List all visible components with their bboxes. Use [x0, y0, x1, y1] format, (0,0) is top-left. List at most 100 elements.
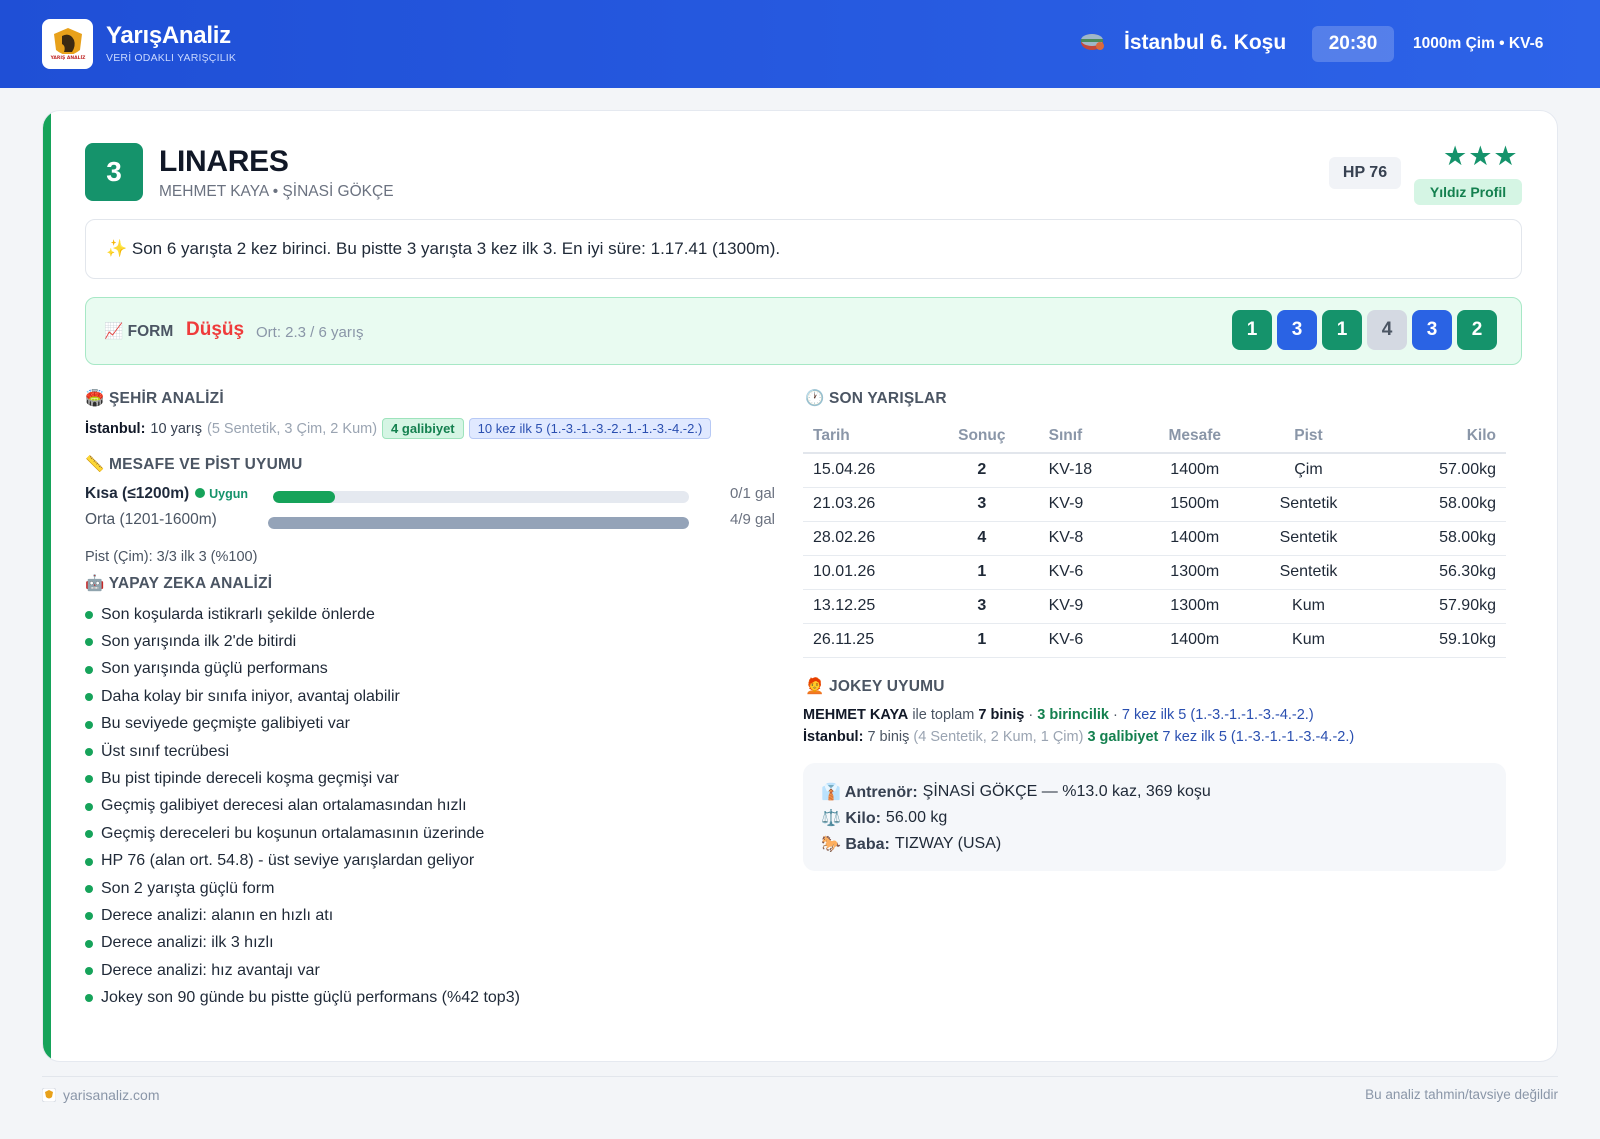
list-item: Son yarışında ilk 2'de bitirdi: [85, 628, 520, 655]
list-item: Son 2 yarışta güçlü form: [85, 875, 520, 902]
sire-label: 🐎 Baba:: [821, 836, 890, 853]
jockey-trainer: MEHMET KAYA • ŞİNASİ GÖKÇE: [159, 183, 394, 200]
distance-label: Orta (1201-1600m): [85, 511, 217, 528]
brand-subtitle: VERİ ODAKLI YARIŞÇILIK: [106, 52, 237, 64]
table-row: 28.02.26 4 KV-8 1400m Sentetik 58.00kg: [803, 521, 1506, 556]
distance-row-mid: Orta (1201-1600m) 4/9 gal: [85, 511, 775, 533]
brand-logo[interactable]: YARIŞ ANALİZ: [42, 19, 93, 69]
table-cell: 1400m: [1140, 623, 1249, 658]
list-item: Üst sınıf tecrübesi: [85, 738, 520, 765]
table-cell: KV-9: [1030, 487, 1141, 522]
distance-bar: [273, 491, 689, 503]
distance-title: 📏 MESAFE VE PİST UYUMU: [85, 456, 303, 473]
jockey-fit-title: 🧑‍🦰 JOKEY UYUMU: [805, 678, 945, 695]
weight-value: 56.00 kg: [885, 809, 948, 826]
form-result-chip: 4: [1367, 310, 1407, 350]
footer-divider: [42, 1076, 1558, 1077]
jockey-city: İstanbul:: [803, 729, 864, 745]
table-cell: Sentetik: [1248, 487, 1369, 522]
table-cell: KV-6: [1030, 555, 1141, 590]
ai-analysis-title: 🤖 YAPAY ZEKA ANALİZİ: [85, 575, 273, 592]
trainer-label: 👔 Antrenör:: [821, 784, 918, 801]
list-item: Derece analizi: hız avantajı var: [85, 957, 520, 984]
table-row: 13.12.25 3 KV-9 1300m Kum 57.90kg: [803, 589, 1506, 624]
jockey-rides: 7 biniş: [978, 707, 1025, 723]
table-cell: 3: [933, 589, 1031, 624]
table-cell: 21.03.26: [803, 487, 933, 522]
column-header: Tarih: [803, 419, 933, 454]
trainer-row: 👔 Antrenör: ŞİNASİ GÖKÇE — %13.0 kaz, 36…: [821, 779, 1488, 805]
summary-box: ✨ Son 6 yarışta 2 kez birinci. Bu pistte…: [85, 219, 1522, 279]
pist-summary: Pist (Çim): 3/3 ilk 3 (%100): [85, 549, 258, 565]
table-cell: KV-8: [1030, 521, 1141, 556]
card-accent-bar: [43, 111, 51, 1061]
distance-bar-fill: [268, 517, 689, 529]
race-info: 1000m Çim • KV-6: [1413, 35, 1544, 52]
form-average: Ort: 2.3 / 6 yarış: [256, 324, 364, 341]
distance-label: Kısa (≤1200m): [85, 485, 190, 502]
table-cell: 58.00kg: [1368, 487, 1506, 522]
distance-bar-fill: [273, 491, 336, 503]
table-cell: Kum: [1248, 623, 1369, 658]
jockey-name: MEHMET KAYA: [803, 707, 909, 723]
horse-info-box: 👔 Antrenör: ŞİNASİ GÖKÇE — %13.0 kaz, 36…: [803, 763, 1506, 871]
footer-disclaimer: Bu analiz tahmin/tavsiye değildir: [1365, 1087, 1558, 1102]
table-cell: 1300m: [1140, 555, 1249, 590]
recent-races-table: Tarih Sonuç Sınıf Mesafe Pist Kilo 15.04.26 2 K…: [803, 419, 1506, 658]
horse-card: 3 LINARES MEHMET KAYA • ŞİNASİ GÖKÇE HP …: [42, 110, 1558, 1062]
table-cell: 2: [933, 453, 1031, 488]
separator: ·: [1113, 707, 1118, 723]
form-results: 131432: [1232, 310, 1497, 350]
sire-value: TIZWAY (USA): [894, 835, 1002, 852]
jockey-city-wins: 3 galibiyet: [1087, 729, 1159, 745]
distance-bar: [268, 517, 689, 529]
summary-text: ✨ Son 6 yarışta 2 kez birinci. Bu pistte…: [106, 239, 781, 258]
distance-row-short: Kısa (≤1200m) Uygun 0/1 gal: [85, 485, 775, 507]
city-top5-badge: 10 kez ilk 5 (1.-3.-1.-3.-2.-1.-1.-3.-4.…: [468, 418, 712, 439]
table-row: 15.04.26 2 KV-18 1400m Çim 57.00kg: [803, 453, 1506, 488]
city-wins-badge: 4 galibiyet: [382, 418, 464, 439]
trainer-value: ŞİNASİ GÖKÇE — %13.0 kaz, 369 koşu: [922, 783, 1211, 800]
race-title: İstanbul 6. Koşu: [1124, 31, 1287, 54]
column-header: Sınıf: [1030, 419, 1141, 454]
jockey-top5: 7 kez ilk 5 (1.-3.-1.-1.-3.-4.-2.): [1121, 707, 1314, 723]
table-row: 21.03.26 3 KV-9 1500m Sentetik 58.00kg: [803, 487, 1506, 522]
table-cell: 15.04.26: [803, 453, 933, 488]
recent-races-title: 🕐 SON YARIŞLAR: [805, 390, 947, 407]
table-cell: KV-18: [1030, 453, 1141, 488]
table-cell: KV-6: [1030, 623, 1141, 658]
star-profile-badge: Yıldız Profil: [1414, 179, 1522, 205]
form-result-chip: 3: [1412, 310, 1452, 350]
footer-site-link[interactable]: yarisanaliz.com: [63, 1087, 159, 1103]
table-cell: 57.90kg: [1368, 589, 1506, 624]
distance-status: Uygun: [209, 487, 249, 501]
table-cell: 1400m: [1140, 453, 1249, 488]
city-summary: İstanbul: 10 yarış (5 Sentetik, 3 Çim, 2…: [85, 418, 712, 439]
jockey-city-breakdown: (4 Sentetik, 2 Kum, 1 Çim): [913, 729, 1084, 745]
jockey-city-top5: 7 kez ilk 5 (1.-3.-1.-1.-3.-4.-2.): [1162, 729, 1355, 745]
jockey-wins: 3 birincilik: [1037, 707, 1109, 723]
horse-logo-icon: YARIŞ ANALİZ: [49, 28, 86, 61]
form-trend: Düşüş: [186, 319, 245, 340]
table-cell: Sentetik: [1248, 521, 1369, 556]
horse-name: LINARES: [159, 145, 289, 178]
table-cell: 3: [933, 487, 1031, 522]
table-cell: 4: [933, 521, 1031, 556]
list-item: Son yarışında güçlü performans: [85, 656, 520, 683]
table-header-row: Tarih Sonuç Sınıf Mesafe Pist Kilo: [803, 419, 1506, 454]
jockey-city-rides: 7 biniş: [867, 729, 910, 745]
separator: ·: [1028, 707, 1034, 723]
table-cell: Kum: [1248, 589, 1369, 624]
table-cell: Sentetik: [1248, 555, 1369, 590]
list-item: Bu pist tipinde dereceli koşma geçmişi v…: [85, 765, 520, 792]
list-item: Geçmiş galibiyet derecesi alan ortalamas…: [85, 793, 520, 820]
city-name: İstanbul:: [85, 420, 146, 437]
table-cell: 1500m: [1140, 487, 1249, 522]
city-analysis-title: 🏟️ ŞEHİR ANALİZİ: [85, 390, 224, 407]
app-header: YARIŞ ANALİZ YarışAnaliz VERİ ODAKLI YAR…: [0, 0, 1600, 88]
table-cell: 10.01.26: [803, 555, 933, 590]
jockey-text: ile toplam: [912, 707, 975, 723]
footer-site[interactable]: yarisanaliz.com: [42, 1087, 159, 1103]
list-item: Daha kolay bir sınıfa iniyor, avantaj ol…: [85, 683, 520, 710]
star-rating-icon: ★★★: [1443, 141, 1519, 171]
